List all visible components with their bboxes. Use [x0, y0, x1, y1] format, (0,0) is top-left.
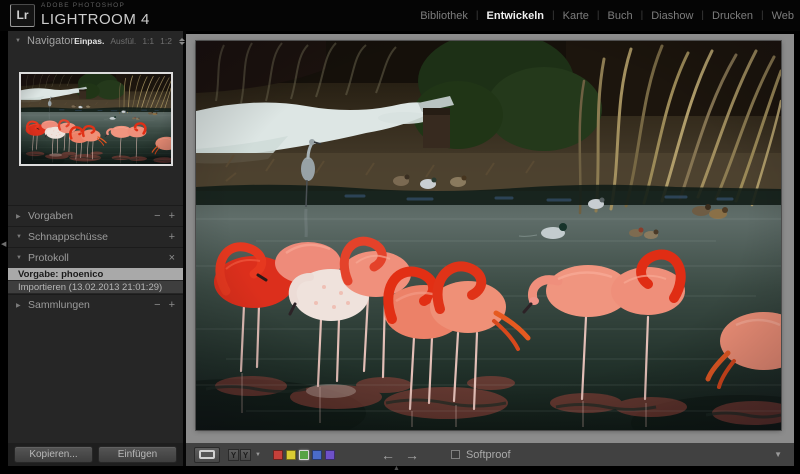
- module-separator: |: [701, 10, 704, 21]
- zoom-1-2-option[interactable]: 1:2: [160, 36, 172, 46]
- clear-history-icon[interactable]: ×: [169, 252, 175, 264]
- module-picker: Bibliothek | Entwickeln | Karte | Buch |…: [419, 0, 795, 31]
- loupe-view-button[interactable]: [194, 447, 220, 463]
- module-separator: |: [641, 10, 644, 21]
- navigator-zoom-options: Einpas. Ausfül. 1:1 1:2: [74, 36, 185, 46]
- module-tab-karte[interactable]: Karte: [562, 10, 590, 22]
- zoom-1-1-option[interactable]: 1:1: [142, 36, 154, 46]
- remove-preset-icon[interactable]: −: [154, 210, 160, 222]
- color-label-green[interactable]: [299, 450, 309, 460]
- module-separator: |: [761, 10, 764, 21]
- color-label-red[interactable]: [273, 450, 283, 460]
- zoom-fill-option[interactable]: Ausfül.: [110, 36, 136, 46]
- loupe-view-icon: [199, 450, 215, 459]
- brand-line-small: ADOBE PHOTOSHOP: [41, 3, 150, 10]
- color-label-yellow[interactable]: [286, 450, 296, 460]
- chevron-right-icon[interactable]: ▶: [16, 213, 28, 220]
- right-panel-rail[interactable]: [794, 31, 800, 466]
- paste-settings-button[interactable]: Einfügen: [98, 446, 177, 463]
- panel-empty-space: [8, 315, 183, 443]
- previous-photo-button[interactable]: ←: [381, 447, 395, 463]
- photo-nav-arrows: ← →: [381, 447, 419, 463]
- history-item-preset[interactable]: Vorgabe: phoenico: [8, 268, 183, 280]
- panel-title: Schnappschüsse: [28, 231, 161, 243]
- filmstrip-rail[interactable]: ▲: [0, 466, 800, 474]
- module-tab-entwickeln[interactable]: Entwickeln: [486, 10, 545, 22]
- chevron-down-icon[interactable]: ▼: [15, 38, 27, 44]
- develop-content-area: [186, 34, 794, 443]
- module-separator: |: [476, 10, 479, 21]
- panel-header-vorgaben[interactable]: ▶ Vorgaben − +: [8, 205, 183, 226]
- left-panel-footer: Kopieren... Einfügen: [8, 443, 183, 466]
- before-after-dropdown-icon[interactable]: ▼: [255, 452, 261, 458]
- softproof-label: Softproof: [466, 449, 511, 461]
- add-snapshot-icon[interactable]: +: [169, 231, 175, 243]
- module-tab-drucken[interactable]: Drucken: [711, 10, 754, 22]
- panel-title: Vorgaben: [28, 210, 146, 222]
- zoom-ratio-spinner-icon[interactable]: [179, 38, 185, 45]
- lightroom-logo: Lr: [10, 4, 35, 27]
- photo-canvas[interactable]: [196, 41, 781, 430]
- softproof-checkbox[interactable]: [451, 450, 460, 459]
- navigator-preview-area: [8, 51, 183, 205]
- before-after-left-button[interactable]: Y: [228, 449, 239, 461]
- module-tab-diashow[interactable]: Diashow: [650, 10, 694, 22]
- panel-header-schnappschuesse[interactable]: ▼ Schnappschüsse +: [8, 226, 183, 247]
- navigator-title: Navigator: [27, 35, 74, 47]
- module-separator: |: [552, 10, 555, 21]
- copy-settings-button[interactable]: Kopieren...: [14, 446, 93, 463]
- left-panel-rail[interactable]: ◀: [0, 31, 8, 466]
- panel-title: Protokoll: [28, 252, 161, 264]
- navigator-header[interactable]: ▼ Navigator Einpas. Ausfül. 1:1 1:2: [8, 31, 183, 51]
- add-preset-icon[interactable]: +: [169, 210, 175, 222]
- panel-title: Sammlungen: [28, 299, 146, 311]
- next-photo-button[interactable]: →: [405, 447, 419, 463]
- module-separator: |: [597, 10, 600, 21]
- brand-line-large: LIGHTROOM 4: [41, 12, 150, 27]
- chevron-down-icon[interactable]: ▼: [16, 234, 28, 240]
- module-tab-web[interactable]: Web: [771, 10, 795, 22]
- remove-collection-icon[interactable]: −: [154, 299, 160, 311]
- develop-toolbar: Y Y ▼ ← → Softproof ▼: [186, 443, 794, 466]
- history-item-import[interactable]: Importieren (13.02.2013 21:01:29): [8, 281, 183, 293]
- left-panel: ▼ Navigator Einpas. Ausfül. 1:1 1:2 ▶ Vo…: [8, 31, 183, 443]
- before-after-right-button[interactable]: Y: [240, 449, 251, 461]
- show-filmstrip-icon[interactable]: ▲: [393, 465, 400, 472]
- before-after-group: Y Y ▼: [228, 449, 261, 461]
- color-label-blue[interactable]: [312, 450, 322, 460]
- add-collection-icon[interactable]: +: [169, 299, 175, 311]
- top-bar: Lr ADOBE PHOTOSHOP LIGHTROOM 4 Bibliothe…: [0, 0, 800, 31]
- collapse-left-panel-icon[interactable]: ◀: [1, 240, 6, 248]
- chevron-down-icon[interactable]: ▼: [16, 255, 28, 261]
- module-tab-buch[interactable]: Buch: [607, 10, 634, 22]
- lightroom-window: Lr ADOBE PHOTOSHOP LIGHTROOM 4 Bibliothe…: [0, 0, 800, 474]
- chevron-right-icon[interactable]: ▶: [16, 302, 28, 309]
- app-brand: ADOBE PHOTOSHOP LIGHTROOM 4: [41, 3, 150, 27]
- navigator-preview[interactable]: [19, 72, 173, 166]
- zoom-fit-option[interactable]: Einpas.: [74, 36, 104, 46]
- panel-header-protokoll[interactable]: ▼ Protokoll ×: [8, 247, 183, 268]
- module-tab-bibliothek[interactable]: Bibliothek: [419, 10, 469, 22]
- panel-header-sammlungen[interactable]: ▶ Sammlungen − +: [8, 294, 183, 315]
- color-label-swatches: [273, 450, 335, 460]
- color-label-purple[interactable]: [325, 450, 335, 460]
- toolbar-options-dropdown-icon[interactable]: ▼: [774, 450, 782, 459]
- softproof-control: Softproof: [451, 449, 511, 461]
